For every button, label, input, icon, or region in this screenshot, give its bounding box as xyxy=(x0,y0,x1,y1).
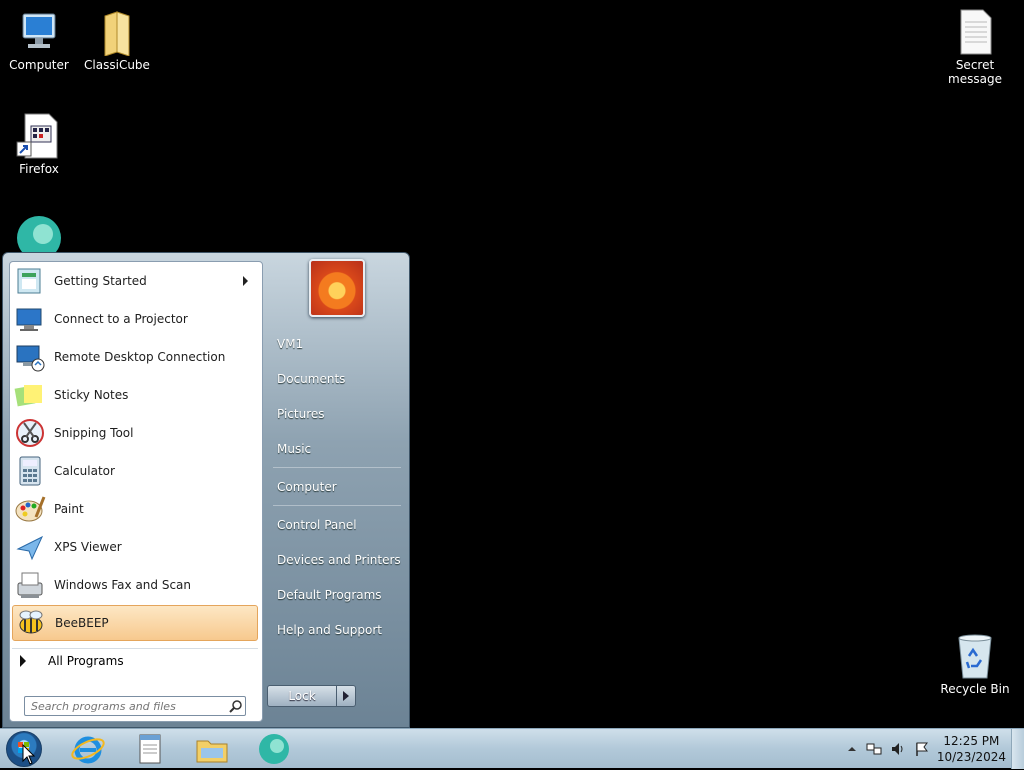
program-label: Getting Started xyxy=(54,274,147,288)
desktop-icon-firefox[interactable]: Firefox xyxy=(2,112,76,176)
divider xyxy=(273,505,401,506)
xps-viewer-icon xyxy=(14,531,46,563)
all-programs-label: All Programs xyxy=(48,654,124,668)
clock-date: 10/23/2024 xyxy=(936,750,1006,764)
right-link-devices-printers[interactable]: Devices and Printers xyxy=(277,553,401,567)
program-calculator[interactable]: Calculator xyxy=(12,453,258,489)
desktop-icon-label: Computer xyxy=(9,58,69,72)
right-link-computer[interactable]: Computer xyxy=(277,480,337,494)
desktop-icon-recycle-bin[interactable]: Recycle Bin xyxy=(938,632,1012,696)
tray-network[interactable] xyxy=(866,741,882,757)
computer-icon xyxy=(15,8,63,56)
program-snipping-tool[interactable]: Snipping Tool xyxy=(12,415,258,451)
right-link-documents[interactable]: Documents xyxy=(277,372,345,386)
clock-time: 12:25 PM xyxy=(943,734,1000,748)
desktop-icon-label: Secret message xyxy=(948,58,1002,86)
getting-started-icon xyxy=(14,265,46,297)
desktop-icon-label: Recycle Bin xyxy=(940,682,1010,696)
internet-explorer-icon xyxy=(71,736,105,764)
program-paint[interactable]: Paint xyxy=(12,491,258,527)
fax-scan-icon xyxy=(14,569,46,601)
tray-action-center[interactable] xyxy=(914,741,930,757)
tray-volume[interactable] xyxy=(890,741,906,757)
desktop-icon-secret-message[interactable]: Secret message xyxy=(938,8,1012,86)
mouse-cursor-icon xyxy=(22,744,36,765)
snipping-tool-icon xyxy=(14,417,46,449)
taskbar-file-explorer[interactable] xyxy=(194,731,230,767)
beebeep-icon xyxy=(15,607,47,639)
network-icon xyxy=(866,743,882,755)
show-hidden-icons-button[interactable] xyxy=(844,741,860,757)
program-label: Windows Fax and Scan xyxy=(54,578,192,592)
chevron-up-icon xyxy=(848,747,856,751)
text-file-icon xyxy=(951,8,999,56)
program-label: Snipping Tool xyxy=(54,426,134,440)
right-link-music[interactable]: Music xyxy=(277,442,311,456)
program-label: Paint xyxy=(54,502,84,516)
program-label: Calculator xyxy=(54,464,115,478)
divider xyxy=(273,467,401,468)
taskbar-internet-explorer[interactable] xyxy=(70,731,106,767)
taskbar: 12:25 PM 10/23/2024 xyxy=(0,728,1024,769)
show-desktop-button[interactable] xyxy=(1011,729,1024,769)
notepad-icon xyxy=(139,734,161,764)
program-sticky-notes[interactable]: Sticky Notes xyxy=(12,377,258,413)
program-label: BeeBEEP xyxy=(55,616,109,630)
desktop-icon-label: Firefox xyxy=(19,162,59,176)
lock-button-group: Lock xyxy=(267,685,357,707)
paint-icon xyxy=(14,493,46,525)
desktop-icon-classicube[interactable]: ClassiCube xyxy=(80,8,154,72)
remote-desktop-icon xyxy=(14,341,46,373)
search-input[interactable] xyxy=(29,698,223,714)
right-link-help-support[interactable]: Help and Support xyxy=(277,623,382,637)
right-link-default-programs[interactable]: Default Programs xyxy=(277,588,382,602)
all-programs-button[interactable]: All Programs xyxy=(12,648,258,673)
program-label: Sticky Notes xyxy=(54,388,129,402)
right-link-pictures[interactable]: Pictures xyxy=(277,407,325,421)
start-menu-programs-pane: Getting Started Connect to a Projector R… xyxy=(9,261,263,722)
right-link-control-panel[interactable]: Control Panel xyxy=(277,518,357,532)
desktop-icon-label: ClassiCube xyxy=(84,58,150,72)
program-label: XPS Viewer xyxy=(54,540,122,554)
taskbar-notepad[interactable] xyxy=(132,731,168,767)
program-fax-scan[interactable]: Windows Fax and Scan xyxy=(12,567,258,603)
folder-icon xyxy=(93,8,141,57)
desktop-icon-computer[interactable]: Computer xyxy=(2,8,76,72)
beebeep-icon xyxy=(259,734,289,764)
taskbar-beebeep[interactable] xyxy=(256,731,292,767)
program-remote-desktop[interactable]: Remote Desktop Connection xyxy=(12,339,258,375)
shortcut-file-icon xyxy=(15,112,63,160)
submenu-arrow-icon xyxy=(243,276,248,286)
lock-button[interactable]: Lock xyxy=(267,685,337,707)
projector-icon xyxy=(14,303,46,335)
program-xps-viewer[interactable]: XPS Viewer xyxy=(12,529,258,565)
right-link-user[interactable]: VM1 xyxy=(277,337,303,351)
program-connect-projector[interactable]: Connect to a Projector xyxy=(12,301,258,337)
program-label: Connect to a Projector xyxy=(54,312,188,326)
system-clock[interactable]: 12:25 PM 10/23/2024 xyxy=(937,733,1006,765)
shutdown-options-arrow-button[interactable] xyxy=(337,685,356,707)
program-beebeep[interactable]: BeeBEEP xyxy=(12,605,258,641)
calculator-icon xyxy=(14,455,46,487)
search-icon[interactable] xyxy=(229,699,243,713)
file-explorer-icon xyxy=(196,740,228,763)
speaker-icon xyxy=(892,743,903,755)
program-getting-started[interactable]: Getting Started xyxy=(12,263,258,299)
recycle-bin-icon xyxy=(951,632,999,680)
right-arrow-icon xyxy=(20,655,26,667)
program-label: Remote Desktop Connection xyxy=(54,350,226,364)
flag-icon xyxy=(916,742,928,756)
start-menu: Getting Started Connect to a Projector R… xyxy=(2,252,410,728)
sticky-notes-icon xyxy=(14,379,46,411)
user-account-picture[interactable] xyxy=(309,259,365,317)
search-box[interactable] xyxy=(24,696,246,716)
